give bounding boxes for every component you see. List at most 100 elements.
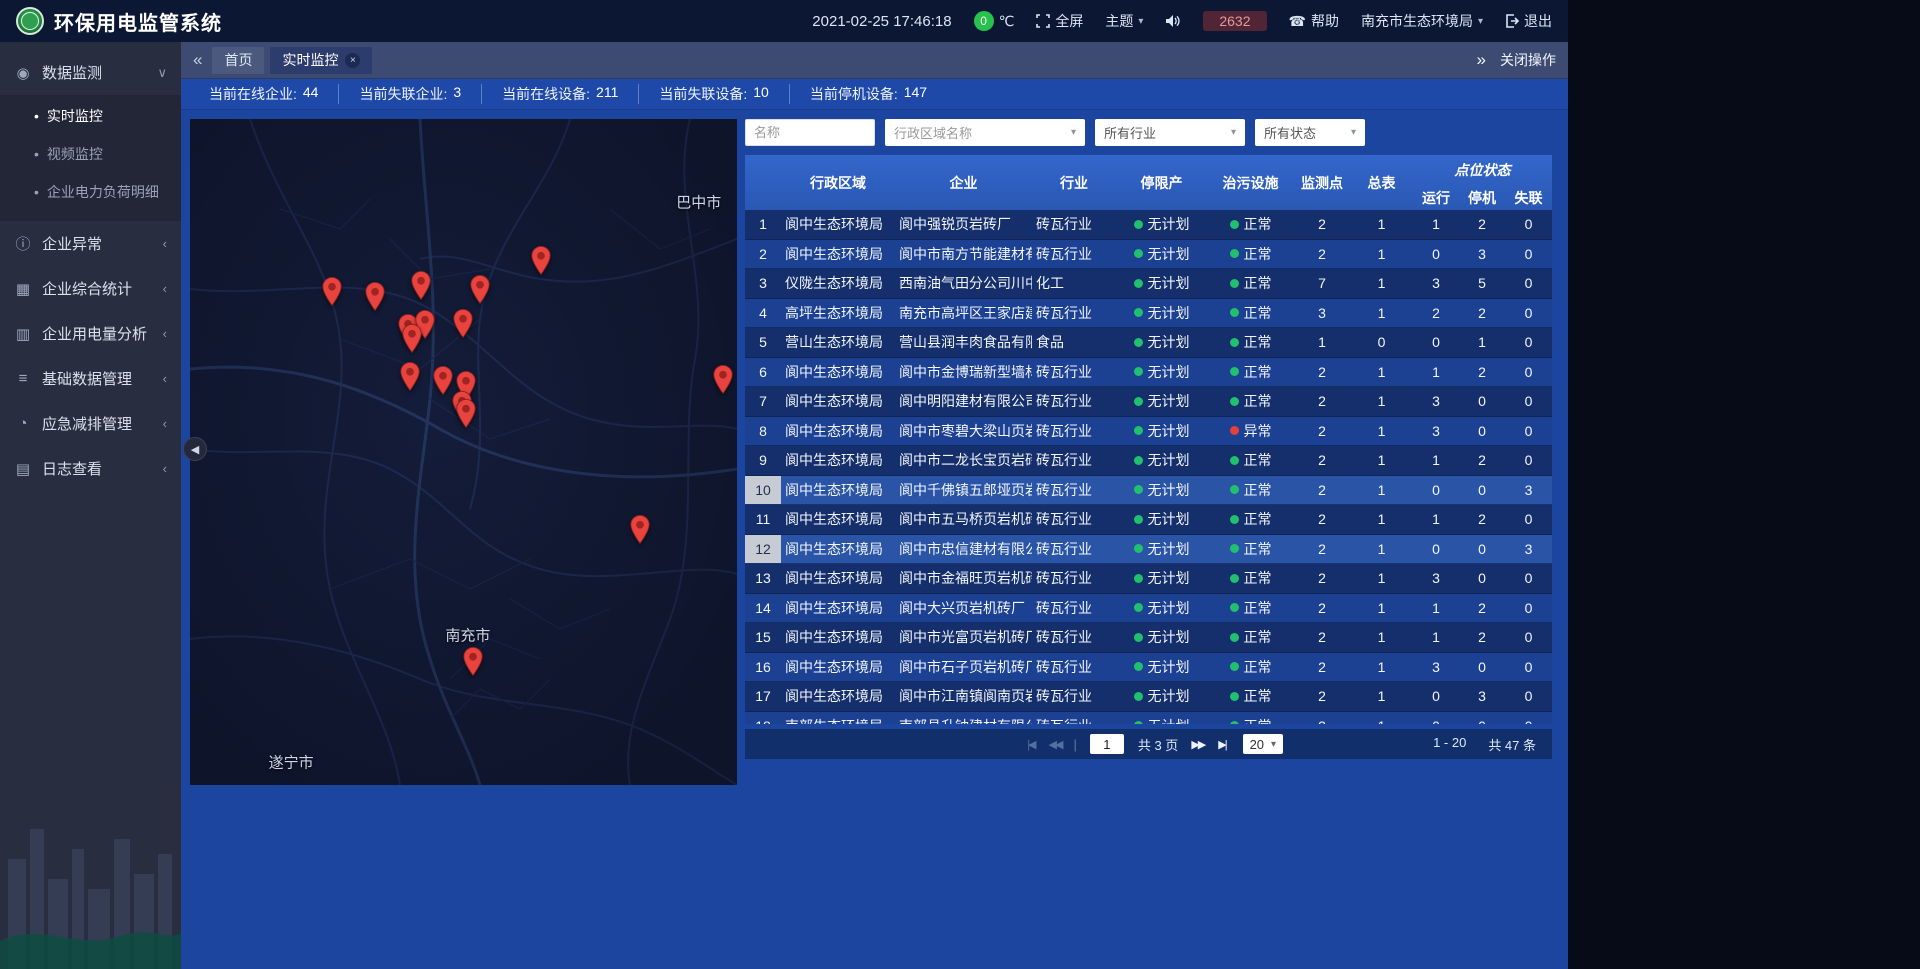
tab[interactable]: 实时监控 × (270, 47, 372, 74)
sidebar-item[interactable]: • 实时监控 (0, 97, 181, 135)
alert-count-badge[interactable]: 2632 (1203, 11, 1266, 31)
sidebar-group[interactable]: ▤ 日志查看 ‹ (0, 446, 181, 491)
table-row[interactable]: 18 南部生态环境局 南部县升钟建材有限公 砖瓦行业 无计划 正常 2 1 0 … (745, 712, 1552, 725)
speaker-button[interactable] (1165, 14, 1181, 28)
map-pin-icon[interactable] (531, 245, 552, 275)
table-row[interactable]: 3 仪陇生态环境局 西南油气田分公司川中 化工 无计划 正常 7 1 3 5 0 (745, 269, 1552, 299)
table-row[interactable]: 15 阆中生态环境局 阆中市光富页岩机砖厂 砖瓦行业 无计划 正常 2 1 1 … (745, 623, 1552, 653)
logout-button[interactable]: 退出 (1505, 11, 1552, 31)
first-page-button[interactable]: |◀ (1027, 738, 1034, 751)
cell-industry: 砖瓦行业 (1032, 682, 1116, 711)
table-row[interactable]: 9 阆中生态环境局 阆中市二龙长宝页岩砖 砖瓦行业 无计划 正常 2 1 1 2… (745, 446, 1552, 476)
map-city-label: 巴中市 (676, 192, 721, 213)
cell-pollution-facility: 正常 (1207, 476, 1294, 505)
map-pin-icon[interactable] (402, 324, 423, 354)
region-filter-select[interactable]: 行政区域名称 ▾ (885, 119, 1085, 146)
tabs-scroll-left-button[interactable]: « (193, 50, 202, 70)
cell-total-meters: 1 (1350, 564, 1413, 593)
status-dot (1134, 515, 1143, 524)
cell-production-limit: 无计划 (1116, 210, 1207, 239)
last-page-button[interactable]: ▶| (1218, 738, 1225, 751)
cell-industry: 砖瓦行业 (1032, 712, 1116, 725)
table-row[interactable]: 11 阆中生态环境局 阆中市五马桥页岩机砖 砖瓦行业 无计划 正常 2 1 1 … (745, 505, 1552, 535)
map-pin-icon[interactable] (399, 361, 420, 391)
map-pin-icon[interactable] (322, 277, 343, 307)
cell-region: 阆中生态环境局 (781, 653, 895, 682)
cell-stopped: 0 (1459, 535, 1505, 564)
cell-index: 15 (745, 623, 781, 652)
cell-company: 阆中市金博瑞新型墙材 (895, 358, 1032, 387)
cell-total-meters: 1 (1350, 682, 1413, 711)
map-pin-icon[interactable] (469, 275, 490, 305)
cell-monitor-points: 2 (1294, 417, 1350, 446)
cell-monitor-points: 2 (1294, 505, 1350, 534)
status-dot (1230, 692, 1239, 701)
status-dot (1134, 308, 1143, 317)
table-row[interactable]: 6 阆中生态环境局 阆中市金博瑞新型墙材 砖瓦行业 无计划 正常 2 1 1 2… (745, 358, 1552, 388)
table-row[interactable]: 2 阆中生态环境局 阆中市南方节能建材有 砖瓦行业 无计划 正常 2 1 0 3… (745, 240, 1552, 270)
table-row[interactable]: 13 阆中生态环境局 阆中市金福旺页岩机砖 砖瓦行业 无计划 正常 2 1 3 … (745, 564, 1552, 594)
map-pin-icon[interactable] (410, 271, 431, 301)
table-row[interactable]: 14 阆中生态环境局 阆中大兴页岩机砖厂 砖瓦行业 无计划 正常 2 1 1 2… (745, 594, 1552, 624)
page-number-input[interactable]: 1 (1090, 734, 1124, 754)
cell-monitor-points: 2 (1294, 712, 1350, 725)
help-button[interactable]: ☎ 帮助 (1289, 11, 1339, 31)
name-filter-input[interactable] (745, 119, 875, 146)
map-pin-icon[interactable] (712, 365, 733, 395)
cell-production-limit: 无计划 (1116, 446, 1207, 475)
map-pin-icon[interactable] (462, 647, 483, 677)
table-row[interactable]: 12 阆中生态环境局 阆中市忠信建材有限公 砖瓦行业 无计划 正常 2 1 0 … (745, 535, 1552, 565)
cell-monitor-points: 2 (1294, 446, 1350, 475)
phone-icon: ☎ (1289, 13, 1306, 30)
table-row[interactable]: 5 营山生态环境局 营山县润丰肉食品有限 食品 无计划 正常 1 0 0 1 0 (745, 328, 1552, 358)
page-size-select[interactable]: 20 ▾ (1243, 734, 1284, 754)
cell-running: 2 (1413, 299, 1459, 328)
cell-running: 1 (1413, 210, 1459, 239)
status-filter-select[interactable]: 所有状态 ▾ (1255, 119, 1365, 146)
sidebar-item[interactable]: • 视频监控 (0, 135, 181, 173)
table-row[interactable]: 1 阆中生态环境局 阆中强锐页岩砖厂 砖瓦行业 无计划 正常 2 1 1 2 0 (745, 210, 1552, 240)
sidebar-group[interactable]: ≡ 基础数据管理 ‹ (0, 356, 181, 401)
temperature-unit: ℃ (999, 13, 1015, 30)
sidebar-group[interactable]: ▦ 企业综合统计 ‹ (0, 266, 181, 311)
sidebar-group[interactable]: ◉ 数据监测 ∨ (0, 50, 181, 95)
theme-dropdown[interactable]: 主题 ▾ (1105, 11, 1143, 31)
chevron-down-icon: ▾ (1478, 16, 1483, 27)
sidebar-group[interactable]: ⓘ 企业异常 ‹ (0, 221, 181, 266)
org-dropdown[interactable]: 南充市生态环境局 ▾ (1361, 11, 1483, 31)
fullscreen-button[interactable]: 全屏 (1036, 11, 1083, 31)
status-dot (1230, 633, 1239, 642)
sidebar-group[interactable]: ▥ 企业用电量分析 ‹ (0, 311, 181, 356)
table-row[interactable]: 16 阆中生态环境局 阆中市石子页岩机砖厂 砖瓦行业 无计划 正常 2 1 3 … (745, 653, 1552, 683)
logout-label: 退出 (1524, 11, 1552, 31)
tabs-scroll-right-button[interactable]: » (1477, 50, 1486, 70)
close-operations-button[interactable]: 关闭操作 (1500, 50, 1556, 70)
next-page-button[interactable]: ▶▶ (1191, 738, 1204, 751)
table-row[interactable]: 4 高坪生态环境局 南充市高坪区王家店建 砖瓦行业 无计划 正常 3 1 2 2… (745, 299, 1552, 329)
status-dot (1230, 308, 1239, 317)
status-dot (1230, 279, 1239, 288)
prev-page-button[interactable]: ◀◀ (1049, 738, 1062, 751)
map-pin-icon[interactable] (456, 398, 477, 428)
industry-filter-select[interactable]: 所有行业 ▾ (1095, 119, 1245, 146)
tab[interactable]: 首页 (212, 47, 264, 74)
tab-close-icon[interactable]: × (345, 53, 360, 68)
table-row[interactable]: 10 阆中生态环境局 阆中千佛镇五郎垭页岩 砖瓦行业 无计划 正常 2 1 0 … (745, 476, 1552, 506)
table-row[interactable]: 7 阆中生态环境局 阆中明阳建材有限公司 砖瓦行业 无计划 正常 2 1 3 0… (745, 387, 1552, 417)
cell-pollution-facility: 正常 (1207, 269, 1294, 298)
table-row[interactable]: 8 阆中生态环境局 阆中市枣碧大梁山页岩 砖瓦行业 无计划 异常 2 1 3 0… (745, 417, 1552, 447)
map-panel[interactable]: 巴中市南充市遂宁市 (190, 119, 737, 785)
cell-stopped: 2 (1459, 358, 1505, 387)
bullet-icon: • (34, 184, 39, 200)
sidebar-collapse-handle[interactable]: ◀ (183, 437, 207, 461)
cell-index: 3 (745, 269, 781, 298)
map-pin-icon[interactable] (630, 514, 651, 544)
map-pin-icon[interactable] (364, 282, 385, 312)
cell-disconnected: 0 (1505, 358, 1552, 387)
sidebar-item[interactable]: • 企业电力负荷明细 (0, 173, 181, 211)
sidebar-group[interactable]: ◔ 应急减排管理 ‹ (0, 401, 181, 446)
table-row[interactable]: 17 阆中生态环境局 阆中市江南镇阆南页岩 砖瓦行业 无计划 正常 2 1 0 … (745, 682, 1552, 712)
cell-running: 0 (1413, 476, 1459, 505)
stat-value: 44 (303, 84, 319, 104)
map-pin-icon[interactable] (452, 309, 473, 339)
